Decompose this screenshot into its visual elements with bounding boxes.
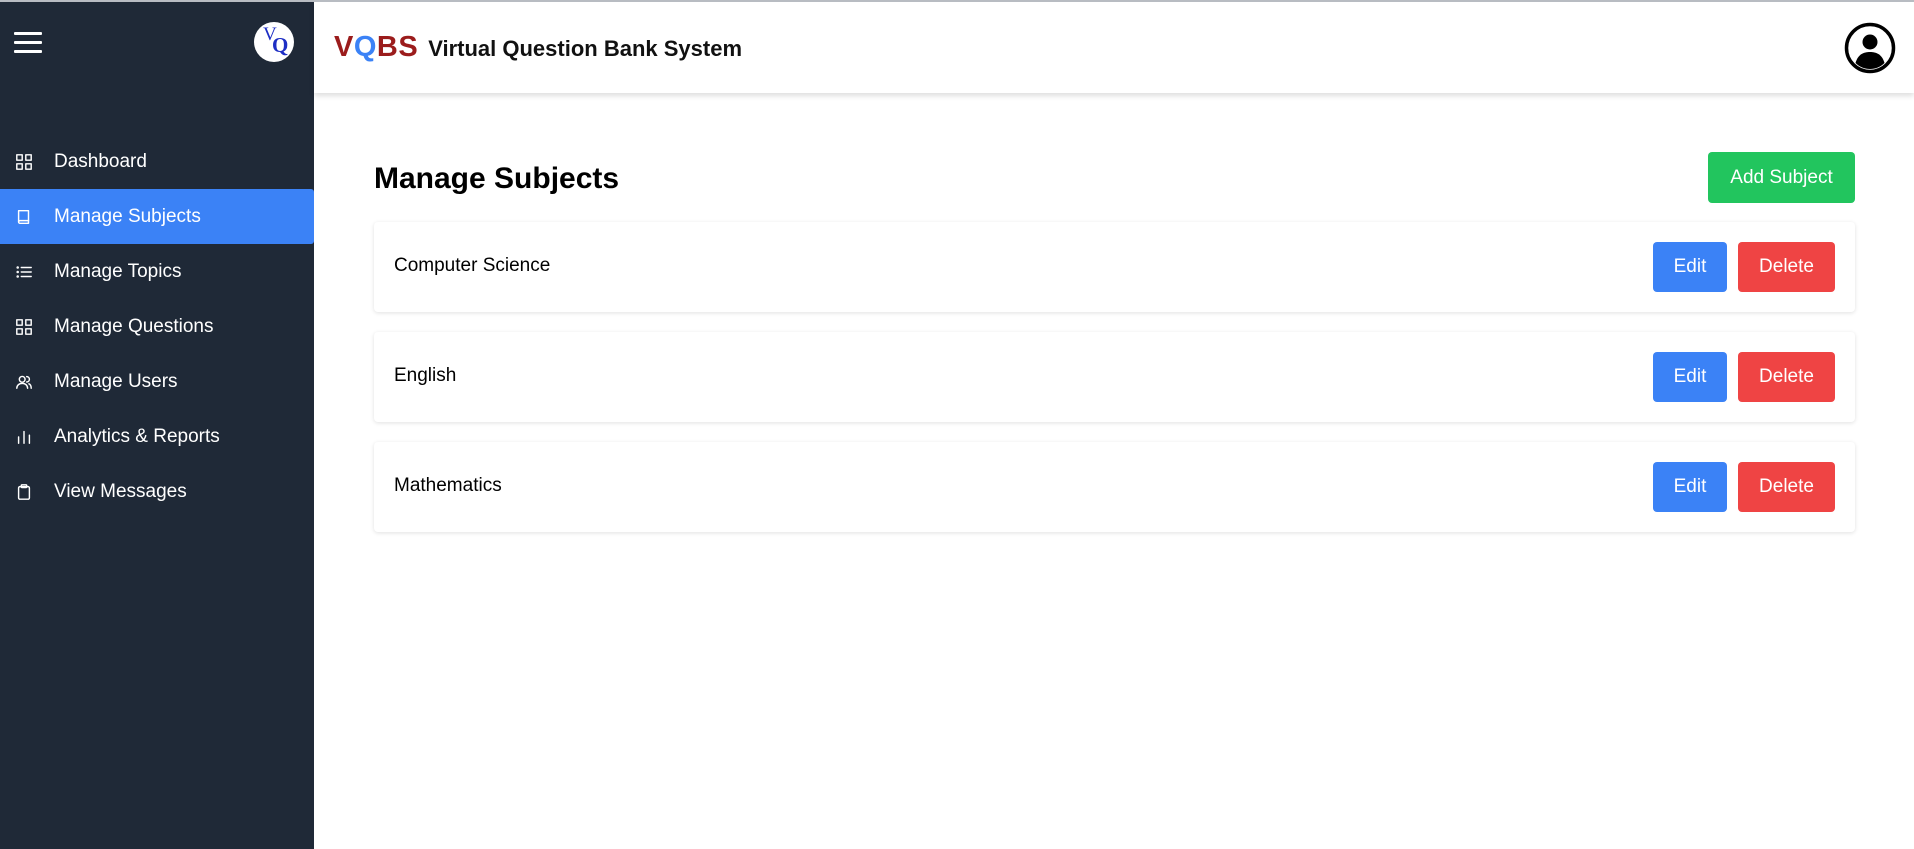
page-header: Manage Subjects Add Subject: [374, 152, 1855, 222]
sidebar-item-label: Manage Subjects: [54, 205, 201, 227]
top-header: VQBS Virtual Question Bank System: [314, 2, 1914, 93]
subject-name: Computer Science: [394, 255, 551, 276]
subject-row: Mathematics Edit Delete: [374, 442, 1855, 532]
sidebar-item-analytics-reports[interactable]: Analytics & Reports: [0, 409, 314, 464]
edit-button[interactable]: Edit: [1653, 352, 1727, 402]
list-icon: [14, 262, 34, 282]
book-icon: [14, 207, 34, 227]
window-top-border: [0, 0, 1914, 2]
sidebar-item-label: Manage Topics: [54, 260, 182, 282]
delete-button[interactable]: Delete: [1738, 352, 1835, 402]
delete-button[interactable]: Delete: [1738, 462, 1835, 512]
page-title: Manage Subjects: [374, 162, 620, 195]
logo-letter-q: Q: [272, 33, 289, 57]
subject-name: Mathematics: [394, 475, 502, 496]
grid-icon: [14, 317, 34, 337]
sidebar-item-label: View Messages: [54, 480, 187, 502]
sidebar-item-label: Manage Users: [54, 370, 178, 392]
bar-chart-icon: [14, 427, 34, 447]
brand-abbreviation: VQBS: [334, 31, 419, 63]
add-subject-button[interactable]: Add Subject: [1708, 152, 1855, 203]
subject-name: English: [394, 365, 457, 386]
hamburger-menu-icon[interactable]: [14, 32, 42, 54]
clipboard-icon: [14, 482, 34, 502]
sidebar-item-label: Manage Questions: [54, 315, 214, 337]
subject-row: English Edit Delete: [374, 332, 1855, 422]
users-icon: [14, 372, 34, 392]
grid-icon: [14, 152, 34, 172]
sidebar-item-manage-subjects[interactable]: Manage Subjects: [0, 189, 314, 244]
edit-button[interactable]: Edit: [1653, 242, 1727, 292]
brand: VQBS Virtual Question Bank System: [334, 31, 742, 64]
sidebar-item-manage-users[interactable]: Manage Users: [0, 354, 314, 409]
sidebar-item-label: Analytics & Reports: [54, 425, 220, 447]
sidebar-item-dashboard[interactable]: Dashboard: [0, 134, 314, 189]
vq-logo: V Q: [254, 22, 294, 62]
user-circle-icon[interactable]: [1844, 22, 1896, 74]
sidebar-item-manage-questions[interactable]: Manage Questions: [0, 299, 314, 354]
sidebar: V Q Dashboard Manage Subjects Manage Top…: [0, 0, 314, 849]
main-content: Manage Subjects Add Subject Computer Sci…: [374, 152, 1855, 552]
sidebar-item-view-messages[interactable]: View Messages: [0, 464, 314, 519]
subject-list: Computer Science Edit Delete English Edi…: [374, 222, 1855, 532]
sidebar-nav: Dashboard Manage Subjects Manage Topics …: [0, 134, 314, 519]
subject-row: Computer Science Edit Delete: [374, 222, 1855, 312]
sidebar-item-label: Dashboard: [54, 150, 147, 172]
edit-button[interactable]: Edit: [1653, 462, 1727, 512]
delete-button[interactable]: Delete: [1738, 242, 1835, 292]
sidebar-item-manage-topics[interactable]: Manage Topics: [0, 244, 314, 299]
brand-title: Virtual Question Bank System: [428, 36, 743, 61]
